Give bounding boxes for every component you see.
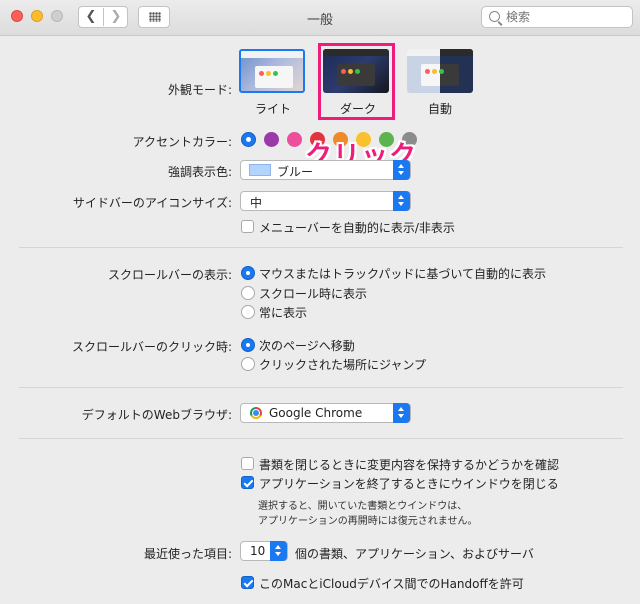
appearance-light-thumbnail[interactable] [239,49,305,93]
ask-keep-changes-checkbox[interactable] [241,457,254,470]
scrollbar-auto-radio[interactable] [241,266,255,280]
ask-keep-changes-label: 書類を閉じるときに変更内容を保持するかどうかを確認 [259,458,560,472]
highlight-color-popup[interactable]: ブルー [240,160,411,180]
sidebar-icon-size-label: サイドバーのアイコンサイズ: [72,196,232,210]
scrollbar-always-radio[interactable] [241,305,255,319]
scrollbar-click-label: スクロールバーのクリック時: [71,340,232,354]
search-field[interactable] [481,6,633,28]
menubar-autohide-checkbox[interactable] [241,220,254,233]
recent-items-value: 10 [250,544,266,558]
accent-swatch-blue[interactable] [241,132,256,147]
scrollbar-auto-label: マウスまたはトラックパッドに基づいて自動的に表示 [259,267,547,281]
default-browser-value: Google Chrome [269,406,363,420]
scrollbar-when-scrolling-label: スクロール時に表示 [259,287,368,301]
divider [19,247,623,248]
window-titlebar: ❮ ❯ 一般 [0,0,640,36]
accent-swatch-purple[interactable] [264,132,279,147]
highlight-color-label: 強調表示色: [167,165,232,179]
recent-items-suffix: 個の書類、アプリケーション、およびサーバ [295,547,534,561]
chevron-updown-icon [393,191,410,211]
appearance-light-label: ライト [255,102,292,116]
default-browser-popup[interactable]: Google Chrome [240,403,411,423]
chrome-icon [250,407,262,419]
close-windows-checkbox[interactable] [241,476,254,489]
scrollbar-always-label: 常に表示 [259,306,308,320]
appearance-label: 外観モード: [167,83,232,97]
chevron-updown-icon [393,160,410,180]
close-windows-label: アプリケーションを終了するときにウインドウを閉じる [259,477,559,491]
scrollbar-when-scrolling-radio[interactable] [241,286,255,300]
handoff-checkbox[interactable] [241,576,254,589]
divider [19,438,623,439]
appearance-auto-label: 自動 [428,102,453,116]
divider [19,387,623,388]
search-input[interactable] [506,9,626,25]
appearance-dark-thumbnail[interactable] [323,49,389,93]
appearance-auto-thumbnail[interactable] [407,49,473,93]
chevron-updown-icon [270,541,287,561]
close-windows-note-line2: アプリケーションの再開時には復元されません。 [258,516,478,527]
accent-swatch-pink[interactable] [287,132,302,147]
accent-color-label: アクセントカラー: [132,135,232,149]
sidebar-icon-size-popup[interactable]: 中 [240,191,411,211]
handoff-label: このMacとiCloudデバイス間でのHandoffを許可 [259,577,524,591]
appearance-dark-label: ダーク [340,102,377,116]
chevron-updown-icon [393,403,410,423]
jump-next-page-radio[interactable] [241,338,255,352]
sidebar-icon-size-value: 中 [250,196,263,210]
recent-items-label: 最近使った項目: [143,547,232,561]
jump-clicked-spot-label: クリックされた場所にジャンプ [259,358,427,372]
highlight-color-value: ブルー [277,165,314,179]
jump-clicked-spot-radio[interactable] [241,357,255,371]
scrollbar-show-label: スクロールバーの表示: [107,268,232,282]
default-browser-label: デフォルトのWebブラウザ: [81,408,232,422]
menubar-autohide-label: メニューバーを自動的に表示/非表示 [259,221,455,235]
jump-next-page-label: 次のページへ移動 [259,339,355,353]
search-icon [489,11,500,22]
recent-items-popup[interactable]: 10 [240,541,288,561]
highlight-color-swatch [249,164,271,176]
close-windows-note-line1: 選択すると、開いていた書類とウインドウは、 [258,501,468,512]
